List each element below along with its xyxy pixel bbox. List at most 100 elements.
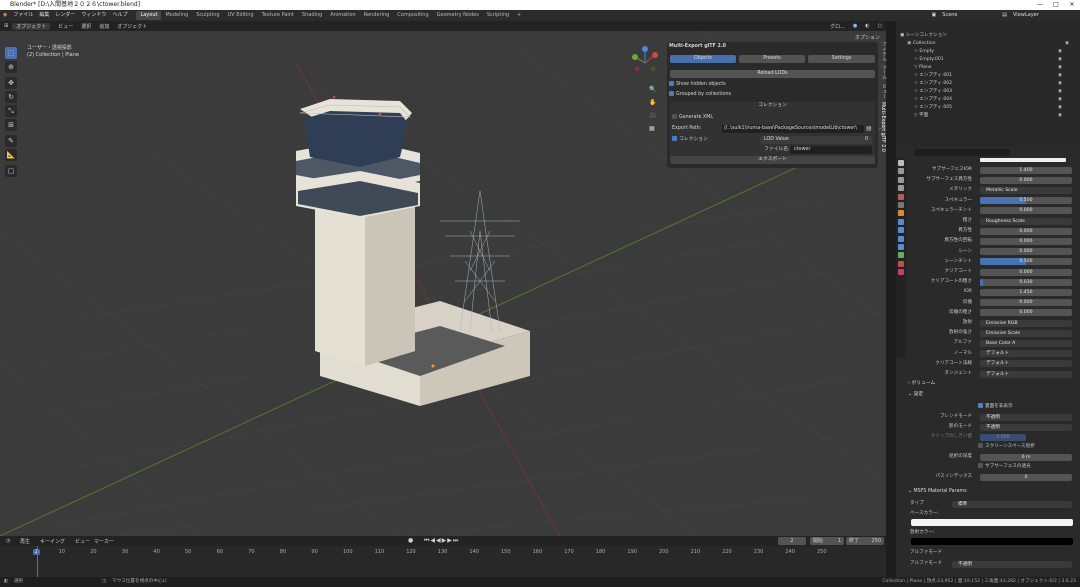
menu-help[interactable]: ヘルプ — [109, 10, 130, 21]
menu-window[interactable]: ウィンドウ — [78, 10, 109, 21]
cursor-tool[interactable]: ⊕ — [5, 61, 17, 73]
tab-tool[interactable]: ツール — [880, 65, 887, 79]
workspace-tab-scripting[interactable]: Scripting — [483, 11, 513, 20]
property-field[interactable]: Roughness Scale — [980, 217, 1072, 225]
show-hidden-checkbox[interactable]: Show hidden objects — [669, 80, 876, 89]
backface-culling-checkbox[interactable]: 裏面を非表示 — [906, 402, 1076, 411]
render-tab-icon[interactable] — [898, 168, 904, 175]
transform-orientation-dropdown[interactable]: グロ... — [826, 23, 849, 30]
property-field[interactable]: 0.000 — [980, 207, 1072, 215]
property-row[interactable]: ノーマル デフォルト — [906, 350, 1076, 358]
rotate-tool[interactable]: ↻ — [5, 91, 17, 103]
add-workspace-button[interactable]: + — [513, 11, 525, 20]
visibility-eye-icon[interactable]: ◉ — [1058, 56, 1062, 64]
shading-render-icon[interactable]: ○ — [874, 23, 886, 29]
property-field[interactable]: 0.000 — [980, 268, 1072, 276]
workspace-tab-shading[interactable]: Shading — [298, 11, 326, 20]
filename-field[interactable]: ctower — [790, 146, 872, 154]
visibility-eye-icon[interactable]: ◉ — [1058, 80, 1062, 88]
property-row[interactable]: シーンチント 0.500 — [906, 258, 1076, 266]
visibility-eye-icon[interactable]: ◉ — [1065, 40, 1069, 48]
timeline-menu-marker[interactable]: マーカー — [94, 538, 114, 545]
outliner-row[interactable]: ▽ 平面 ◉ — [914, 112, 1080, 120]
navigation-gizmo[interactable] — [625, 43, 665, 83]
tab-item[interactable]: アイテム — [880, 42, 887, 61]
visibility-eye-icon[interactable]: ◉ — [1058, 96, 1062, 104]
property-field[interactable]: 0.500 — [980, 197, 1072, 205]
timeline[interactable]: 210 20 30 40 50 60 70 80 90 100 110 120 130 140 150 160… — [0, 546, 886, 577]
record-button[interactable]: ● — [408, 537, 413, 544]
property-row[interactable]: シーン 0.000 — [906, 248, 1076, 256]
refraction-depth-row[interactable]: 屈折の深度 0 m — [906, 453, 1076, 461]
add-cube-tool[interactable]: ▢ — [5, 165, 17, 177]
volume-section[interactable]: › ボリューム — [908, 380, 935, 388]
property-field[interactable]: デフォルト — [980, 370, 1072, 378]
shadow-mode-row[interactable]: 影のモード 不透明 — [906, 423, 1076, 431]
property-row[interactable]: スペキュラー 0.500 — [906, 197, 1076, 205]
tab-multi-export[interactable]: Multi-Export glTF 2.0 — [880, 102, 885, 152]
property-field[interactable]: デフォルト — [980, 350, 1072, 358]
outliner-row[interactable]: ⊹ エンプティ.001 ◉ — [914, 72, 1080, 80]
grouped-checkbox[interactable]: Grouped by collections — [669, 90, 876, 99]
physics-tab-icon[interactable] — [898, 235, 904, 242]
clip-threshold-row[interactable]: クリップのしきい値 0.500 — [906, 433, 1076, 441]
modifier-tab-icon[interactable] — [898, 218, 904, 225]
subsurface-translucency-checkbox[interactable]: サブサーフェスの透光 — [906, 462, 1076, 471]
view-layer-tab-icon[interactable] — [898, 185, 904, 192]
scene-collection-row[interactable]: ▣ シーンコレクション — [900, 32, 1080, 40]
annotate-tool[interactable]: ✎ — [5, 135, 17, 147]
msfs-type-row[interactable]: タイプ 標準 — [910, 500, 1076, 508]
property-field[interactable]: 0.000 — [980, 176, 1072, 184]
property-row[interactable]: クリアコートの粗さ 0.030 — [906, 278, 1076, 286]
property-field[interactable]: 0.030 — [980, 278, 1072, 286]
tool-tab-icon[interactable] — [898, 160, 904, 166]
settings-section[interactable]: ⌄ 設定 — [908, 391, 923, 399]
timeline-menu-view[interactable]: ビュー — [75, 538, 90, 545]
object-mode-dropdown[interactable]: オブジェクト — [12, 22, 51, 30]
property-row[interactable]: タンジェント デフォルト — [906, 370, 1076, 378]
folder-icon[interactable]: ▤ — [866, 125, 872, 132]
particles-tab-icon[interactable] — [898, 227, 904, 234]
outliner-row[interactable]: ⊹ Empty.001 ◉ — [914, 56, 1080, 64]
property-field[interactable]: Base Color A — [980, 339, 1072, 347]
scale-tool[interactable]: ⤡ — [5, 105, 17, 117]
property-row[interactable]: メタリック Metallic Scale — [906, 186, 1076, 194]
outliner-row[interactable]: ⊹ Empty ◉ — [914, 48, 1080, 56]
screen-space-refraction-checkbox[interactable]: スクリーンスペース屈折 — [906, 442, 1076, 451]
constraints-tab-icon[interactable] — [898, 243, 904, 250]
property-field[interactable]: 0.000 — [980, 237, 1072, 245]
world-tab-icon[interactable] — [898, 201, 904, 208]
workspace-tab-animation[interactable]: Animation — [326, 11, 360, 20]
measure-tool[interactable]: 📐 — [5, 149, 17, 161]
end-frame-field[interactable]: 終了 250 — [846, 537, 884, 545]
property-row[interactable]: 伝播 0.000 — [906, 299, 1076, 307]
property-field[interactable]: 1.450 — [980, 288, 1072, 296]
scene-selector[interactable]: Scene — [939, 10, 999, 21]
blender-logo-icon[interactable]: ◉ — [0, 10, 10, 21]
export-path-field[interactable]: //..\sulk1\iruma-base\PackageSources\mod… — [722, 125, 864, 133]
menu-add[interactable]: 追加 — [95, 23, 113, 30]
property-row[interactable]: サブサーフェス異方性 0.000 — [906, 176, 1076, 184]
workspace-tab-modeling[interactable]: Modeling — [161, 11, 192, 20]
outliner-row[interactable]: ⊹ エンプティ.002 ◉ — [914, 80, 1080, 88]
workspace-tab-rendering[interactable]: Rendering — [360, 11, 394, 20]
property-row[interactable]: IOR 1.450 — [906, 288, 1076, 296]
transform-tool[interactable]: ⊞ — [5, 119, 17, 131]
timeline-menu-playback[interactable]: 再生 — [20, 538, 30, 545]
property-field[interactable]: デフォルト — [980, 360, 1072, 368]
viewport-options-button[interactable]: オプション — [855, 34, 880, 41]
visibility-eye-icon[interactable]: ◉ — [1058, 64, 1062, 72]
workspace-tab-texture-paint[interactable]: Texture Paint — [258, 11, 298, 20]
timeline-menu-keying[interactable]: キーイング — [40, 538, 65, 545]
property-row[interactable]: アルファ Base Color A — [906, 339, 1076, 347]
outliner-row[interactable]: ▽ Plane ◉ — [914, 64, 1080, 72]
workspace-tab-compositing[interactable]: Compositing — [393, 11, 432, 20]
property-row[interactable]: クリアコート法線 デフォルト — [906, 360, 1076, 368]
pan-icon[interactable]: ✋ — [649, 96, 656, 109]
menu-view[interactable]: ビュー — [54, 23, 77, 30]
lod-value-field[interactable]: LOD Value 0 — [760, 136, 872, 144]
shading-solid-icon[interactable]: ● — [849, 23, 861, 29]
property-field[interactable]: 0.500 — [980, 258, 1072, 266]
alpha-mode-row[interactable]: アルファモード 不透明 — [910, 560, 1076, 568]
property-row[interactable]: 放射 Emissive RGB — [906, 319, 1076, 327]
